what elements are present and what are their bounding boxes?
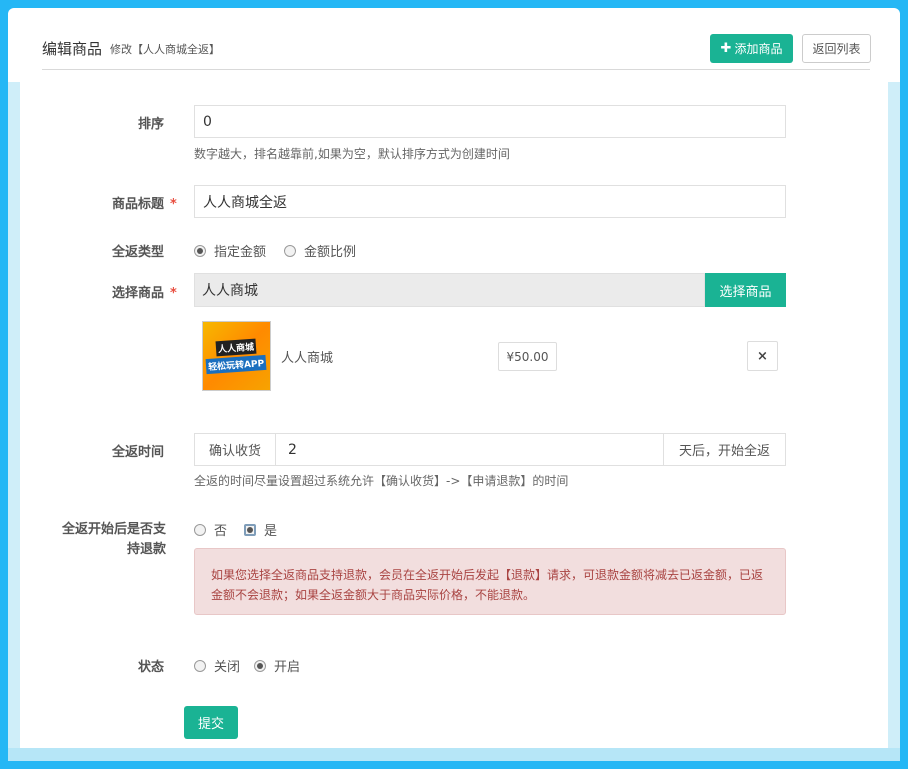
background-band-left [8,82,20,752]
background-band-right [888,82,900,752]
return-type-fixed-label: 指定金额 [214,245,267,260]
goods-title-label-text: 商品标题 [112,197,165,212]
return-type-ratio-radio[interactable]: 金额比例 [284,241,356,260]
required-mark: * [170,286,177,301]
refund-no-label: 否 [214,524,228,539]
return-time-label: 全返时间 [112,445,165,460]
required-mark: * [170,197,177,212]
radio-checked-icon [244,523,256,536]
refund-no-radio[interactable]: 否 [194,520,227,539]
refund-support-label-line2: 持退款 [126,542,166,557]
status-off-radio[interactable]: 关闭 [194,656,240,675]
radio-checked-icon [194,244,206,257]
remove-goods-button[interactable]: × [747,341,778,371]
page-subtitle: 修改【人人商城全返】 [110,43,220,56]
page-title: 编辑商品 [42,40,103,58]
submit-button[interactable]: 提交 [184,706,238,739]
radio-checked-icon [254,659,266,672]
thumb-line1: 人人商城 [216,338,257,357]
sort-help-text: 数字越大，排名越靠前,如果为空，默认排序方式为创建时间 [194,147,510,161]
return-type-fixed-radio[interactable]: 指定金额 [194,241,266,260]
refund-warning-alert: 如果您选择全返商品支持退款，会员在全返开始后发起【退款】请求，可退款金额将减去已… [194,548,786,615]
refund-yes-radio[interactable]: 是 [244,520,277,539]
plus-icon: ✚ [720,41,732,56]
return-time-group: 确认收货 2 天后，开始全返 [194,433,786,466]
goods-thumbnail: 人人商城 轻松玩转APP [202,321,271,391]
refund-yes-label: 是 [264,524,278,539]
radio-unchecked-icon [194,523,206,536]
goods-price: ¥50.00 [498,342,557,371]
status-on-radio[interactable]: 开启 [254,656,300,675]
thumb-line2: 轻松玩转APP [205,354,268,375]
page-header: 编辑商品 修改【人人商城全返】 ✚ 添加商品 返回列表 [42,34,871,70]
goods-name: 人人商城 [281,351,334,366]
select-goods-label-text: 选择商品 [112,286,165,301]
return-days-input[interactable]: 2 [276,434,663,465]
radio-unchecked-icon [194,659,206,672]
return-time-help-text: 全返的时间尽量设置超过系统允许【确认收货】->【申请退款】的时间 [194,474,569,488]
background-band-bottom [8,748,900,761]
add-goods-label: 添加商品 [734,42,783,56]
back-to-list-button[interactable]: 返回列表 [802,34,871,63]
goods-title-input[interactable]: 人人商城全返 [194,185,786,218]
sort-label: 排序 [138,117,165,132]
select-goods-group: 人人商城 选择商品 [194,273,786,307]
select-goods-label: 选择商品 * [112,282,177,301]
sort-input[interactable]: 0 [194,105,786,138]
refund-support-label-line1: 全返开始后是否支 [61,522,166,537]
add-goods-button[interactable]: ✚ 添加商品 [710,34,793,63]
selected-goods-input[interactable]: 人人商城 [194,273,705,307]
radio-unchecked-icon [284,244,296,257]
select-goods-button[interactable]: 选择商品 [705,273,786,307]
close-icon: × [757,348,768,364]
return-type-ratio-label: 金额比例 [304,245,357,260]
status-on-label: 开启 [274,660,301,675]
status-off-label: 关闭 [214,660,241,675]
edit-goods-card: 编辑商品 修改【人人商城全返】 ✚ 添加商品 返回列表 排序 0 数字越大，排名… [20,14,888,748]
return-type-label: 全返类型 [112,245,165,260]
status-label: 状态 [138,660,165,675]
refund-support-label: 全返开始后是否支 持退款 [50,520,166,560]
goods-title-label: 商品标题 * [112,193,177,212]
confirm-receipt-addon: 确认收货 [195,434,276,465]
days-after-addon: 天后，开始全返 [663,434,785,465]
